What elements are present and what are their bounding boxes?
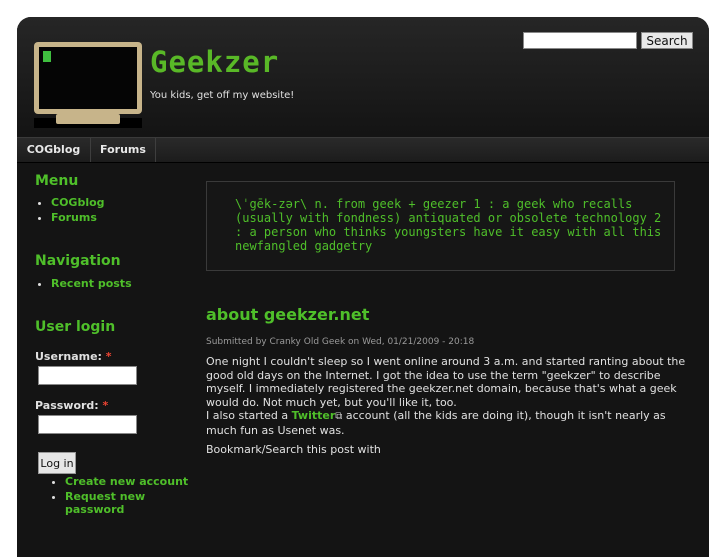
request-password-link[interactable]: Request new password — [65, 490, 195, 516]
password-label-text: Password: — [35, 399, 99, 412]
search-input[interactable] — [523, 32, 637, 49]
twitter-link[interactable]: Twitter — [292, 409, 336, 422]
password-label: Password: * — [35, 399, 108, 412]
username-label-text: Username: — [35, 350, 102, 363]
menu-list: COGblog Forums — [35, 196, 105, 226]
username-field[interactable] — [38, 366, 137, 385]
username-label: Username: * — [35, 350, 112, 363]
login-button[interactable]: Log in — [38, 452, 76, 474]
body-paragraph-text: One night I couldn't sleep so I went onl… — [206, 355, 686, 409]
site-slogan: You kids, get off my website! — [150, 90, 295, 101]
password-field[interactable] — [38, 415, 137, 434]
search-button[interactable]: Search — [641, 32, 693, 49]
bookmark-text: Bookmark/Search this post with — [206, 443, 381, 456]
definition-box: \ˈgēk-zər\ n. from geek + geezer 1 : a g… — [206, 181, 675, 271]
submitted-info: Submitted by Cranky Old Geek on Wed, 01/… — [206, 337, 475, 347]
tab-cogblog[interactable]: COGblog — [17, 138, 91, 162]
body-text-before-link: I also started a — [206, 409, 292, 422]
login-links: Create new account Request new password — [49, 475, 195, 518]
page: Geekzer You kids, get off my website! Se… — [17, 17, 709, 557]
nav-item-recent-posts[interactable]: Recent posts — [51, 277, 132, 290]
required-marker: * — [105, 350, 112, 363]
user-login-title: User login — [35, 319, 116, 335]
definition-text: \ˈgēk-zər\ n. from geek + geezer 1 : a g… — [235, 197, 662, 253]
site-name[interactable]: Geekzer — [150, 45, 279, 79]
menu-item-forums[interactable]: Forums — [51, 211, 105, 224]
navigation-block-title: Navigation — [35, 253, 121, 269]
menu-block-title: Menu — [35, 173, 79, 189]
site-header: Geekzer You kids, get off my website! Se… — [17, 17, 709, 135]
tab-forums[interactable]: Forums — [91, 138, 156, 162]
create-account-link[interactable]: Create new account — [65, 475, 195, 488]
node-title[interactable]: about geekzer.net — [206, 305, 369, 324]
computer-monitor-icon[interactable] — [34, 42, 142, 128]
menu-item-cogblog[interactable]: COGblog — [51, 196, 105, 209]
required-marker: * — [102, 399, 109, 412]
navigation-list: Recent posts — [35, 277, 132, 292]
body-paragraph: One night I couldn't sleep so I went onl… — [206, 355, 694, 437]
node-body: One night I couldn't sleep so I went onl… — [206, 355, 694, 463]
primary-nav: COGblog Forums — [17, 137, 709, 163]
